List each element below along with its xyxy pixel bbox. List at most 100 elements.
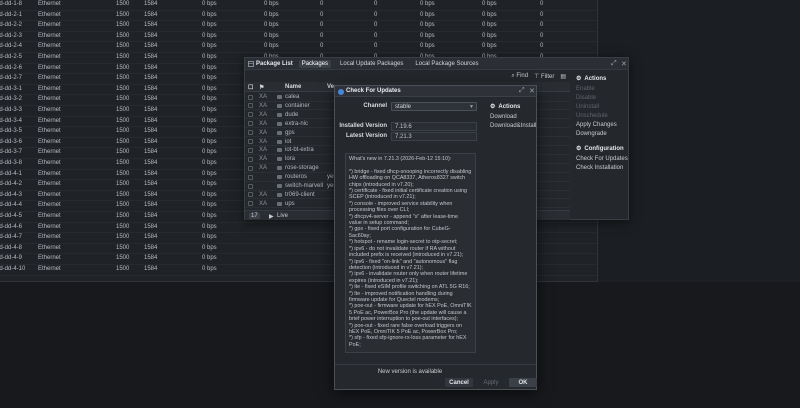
- table-cell: 1500: [116, 64, 130, 71]
- play-icon[interactable]: ▶: [269, 213, 274, 220]
- download-install-action[interactable]: Download&Install: [490, 123, 537, 129]
- table-cell: 0 bps: [420, 43, 435, 50]
- check-installation-action[interactable]: Check Installation: [576, 165, 629, 171]
- close-icon[interactable]: ✕: [529, 87, 535, 95]
- row-checkbox[interactable]: [248, 174, 253, 180]
- package-list-titlebar[interactable]: Package List Packages Local Update Packa…: [245, 58, 628, 70]
- table-cell: Ethernet: [38, 255, 61, 262]
- column-header-name[interactable]: Name: [285, 84, 301, 90]
- package-action-downgrade[interactable]: Downgrade: [576, 131, 629, 137]
- row-checkbox[interactable]: [248, 121, 253, 127]
- table-cell: Ethernet: [38, 1, 61, 7]
- table-row[interactable]: 6d-dd-2-4 Ethernet 1500 1584 0 bps 0 bps 0 0 0 b…: [0, 42, 597, 53]
- apply-button[interactable]: Apply: [477, 378, 505, 387]
- filter-button[interactable]: ⊤ Filter: [534, 73, 554, 80]
- channel-select[interactable]: stable ▼: [391, 102, 477, 111]
- row-checkbox[interactable]: [248, 165, 253, 171]
- package-flag: XA: [259, 120, 268, 127]
- package-flag: XA: [259, 200, 268, 207]
- table-row[interactable]: 6d-dd-2-1 Ethernet 1500 1584 0 bps 0 bps 0 0 0 b…: [0, 11, 597, 22]
- tab-local-package-sources[interactable]: Local Package Sources: [412, 60, 481, 68]
- check-for-updates-action[interactable]: Check For Updates: [576, 156, 629, 162]
- package-icon: [277, 112, 282, 117]
- package-flag: XA: [259, 138, 268, 145]
- dialog-actions-panel: ⚙ Actions Download Download&Install: [487, 99, 537, 132]
- package-name: calea: [285, 94, 300, 100]
- select-all-checkbox[interactable]: ☐: [248, 84, 253, 91]
- row-checkbox[interactable]: [248, 103, 253, 109]
- package-count: 17: [249, 213, 260, 219]
- table-cell: 0 bps: [420, 32, 435, 39]
- table-cell: Ethernet: [38, 181, 61, 188]
- expand-icon[interactable]: ⤢: [611, 60, 617, 68]
- table-cell: 1584: [144, 244, 158, 251]
- table-cell: 6d-dd-4-4: [0, 202, 23, 209]
- row-checkbox[interactable]: [248, 201, 253, 207]
- flag-column-icon[interactable]: ⚑: [259, 84, 264, 91]
- table-cell: Ethernet: [38, 43, 61, 50]
- expand-icon[interactable]: ⤢: [519, 87, 525, 95]
- package-action-apply-changes[interactable]: Apply Changes: [576, 122, 629, 128]
- cancel-button[interactable]: Cancel: [445, 378, 473, 387]
- table-cell: 1584: [144, 191, 158, 198]
- table-cell: 0 bps: [202, 244, 217, 251]
- table-cell: 0 bps: [482, 32, 497, 39]
- table-cell: 1584: [144, 85, 158, 92]
- table-row[interactable]: 6d-dd-2-3 Ethernet 1500 1584 0 bps 0 bps 0 0 0 b…: [0, 32, 597, 43]
- table-cell: 6d-dd-3-7: [0, 149, 23, 156]
- column-header-version[interactable]: Ve: [327, 84, 334, 90]
- table-cell: 6d-dd-4-7: [0, 234, 23, 241]
- row-checkbox[interactable]: [248, 183, 253, 189]
- table-cell: 0 bps: [202, 85, 217, 92]
- table-cell: 1584: [144, 181, 158, 188]
- row-checkbox[interactable]: [248, 156, 253, 162]
- row-checkbox[interactable]: [248, 130, 253, 136]
- table-cell: 6d-dd-2-7: [0, 75, 23, 82]
- table-cell: 0: [320, 1, 324, 7]
- table-cell: Ethernet: [38, 117, 61, 124]
- table-cell: 0 bps: [264, 1, 279, 7]
- table-cell: 0 bps: [202, 255, 217, 262]
- tab-local-update-packages[interactable]: Local Update Packages: [337, 60, 406, 68]
- find-button[interactable]: ⌕ Find: [511, 73, 528, 80]
- table-cell: 6d-dd-3-5: [0, 128, 23, 135]
- download-action[interactable]: Download: [490, 114, 537, 120]
- row-checkbox[interactable]: [248, 147, 253, 153]
- package-action-disable: Disable: [576, 95, 597, 101]
- table-cell: 1500: [116, 255, 130, 262]
- table-cell: 0: [540, 22, 544, 29]
- table-cell: 1584: [144, 149, 158, 156]
- row-checkbox[interactable]: [248, 112, 253, 118]
- package-icon: [277, 121, 282, 126]
- table-cell: 6d-dd-4-3: [0, 191, 23, 198]
- close-icon[interactable]: ✕: [621, 60, 627, 68]
- ok-button[interactable]: OK: [509, 378, 537, 387]
- table-cell: 0: [320, 32, 324, 39]
- check-for-updates-titlebar[interactable]: Check For Updates ⤢ ✕: [335, 86, 536, 97]
- table-cell: 0 bps: [202, 43, 217, 50]
- table-cell: Ethernet: [38, 32, 61, 39]
- tab-packages[interactable]: Packages: [298, 59, 332, 68]
- columns-icon[interactable]: ▤: [560, 73, 566, 80]
- actions-heading: ⚙ Actions: [576, 75, 607, 83]
- package-name: extra-nic: [285, 120, 309, 127]
- table-cell: 0: [540, 1, 544, 7]
- table-cell: Ethernet: [38, 54, 61, 60]
- package-toolbar: ⌕ Find ⊤ Filter ▤: [245, 71, 570, 81]
- row-checkbox[interactable]: [248, 94, 253, 100]
- package-icon: [277, 157, 282, 162]
- row-checkbox[interactable]: [248, 192, 253, 198]
- table-cell: 1500: [116, 191, 130, 198]
- table-row[interactable]: 6d-dd-2-2 Ethernet 1500 1584 0 bps 0 bps 0 0 0 b…: [0, 21, 597, 32]
- table-cell: 0: [320, 43, 324, 50]
- row-checkbox[interactable]: [248, 139, 253, 144]
- table-cell: Ethernet: [38, 107, 61, 113]
- table-cell: 1584: [144, 138, 158, 145]
- table-cell: 6d-dd-4-5: [0, 213, 23, 219]
- filter-icon: ⊤: [534, 73, 540, 80]
- table-cell: 0: [374, 32, 378, 39]
- package-icon: [277, 103, 282, 108]
- whats-new-textarea[interactable]: What's new in 7.21.3 (2026-Feb-12 15:10)…: [345, 153, 476, 353]
- table-row[interactable]: 6d-dd-1-8 Ethernet 1500 1584 0 bps 0 bps 0 0 0 b…: [0, 0, 597, 11]
- table-cell: 6d-dd-3-2: [0, 96, 23, 103]
